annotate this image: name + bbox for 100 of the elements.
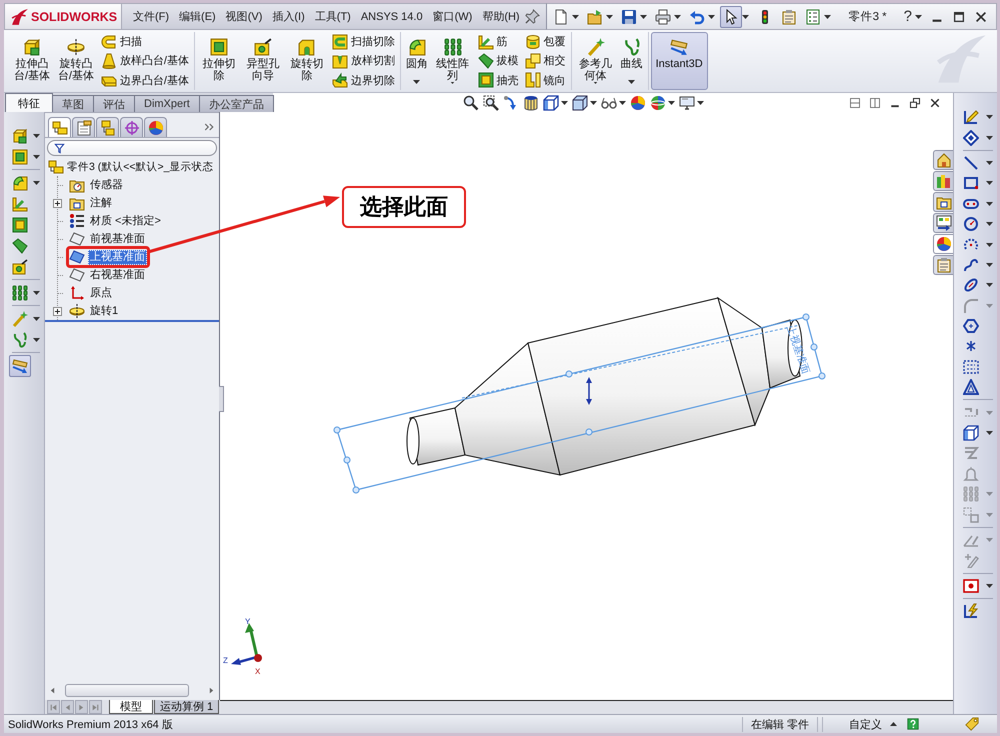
tree-item[interactable]: 注解 <box>88 196 114 210</box>
ribbon-button[interactable]: 扫描 <box>98 34 191 50</box>
close-icon[interactable] <box>929 96 941 108</box>
open-folder-icon[interactable] <box>586 8 603 24</box>
curved-arrow-icon[interactable] <box>502 94 519 110</box>
hexagon-icon[interactable] <box>963 318 979 334</box>
rounded-cube-icon[interactable] <box>12 174 28 190</box>
close-icon[interactable] <box>974 10 988 24</box>
undo-icon[interactable] <box>688 8 705 24</box>
splitter-handle[interactable] <box>219 386 224 412</box>
panel-tab[interactable] <box>48 117 71 137</box>
caret-icon[interactable] <box>628 80 636 84</box>
printer-icon[interactable] <box>654 8 671 24</box>
tree-item[interactable]: 上视基准面 <box>88 250 147 264</box>
circle-icon[interactable] <box>963 216 979 232</box>
l-bracket-icon[interactable] <box>12 196 28 212</box>
monitor-icon[interactable] <box>678 94 695 110</box>
caret-icon[interactable] <box>986 222 993 226</box>
ribbon-button[interactable]: 曲线 <box>618 32 646 90</box>
caret-icon[interactable] <box>986 181 993 186</box>
ribbon-button[interactable]: 镜向 <box>522 72 568 88</box>
curve-icon[interactable] <box>12 332 28 348</box>
ellipse-icon[interactable] <box>963 277 979 294</box>
resize-handle[interactable] <box>818 372 826 380</box>
resize-handle[interactable] <box>802 314 810 320</box>
ribbon-button[interactable]: 线性阵列 <box>430 32 475 90</box>
caret-icon[interactable] <box>696 100 704 104</box>
caret-icon[interactable] <box>618 100 626 104</box>
spline-icon[interactable] <box>963 256 979 273</box>
menu-item[interactable]: 编辑(E) <box>174 7 221 26</box>
resize-handle[interactable] <box>810 344 818 350</box>
scroll-thumb[interactable] <box>65 684 189 696</box>
pin-icon[interactable] <box>524 9 540 24</box>
ribbon-button[interactable]: 拉伸切除 <box>196 32 241 90</box>
task-pane-tab[interactable] <box>933 255 953 275</box>
panel-tab[interactable] <box>144 117 167 137</box>
menu-item[interactable]: 视图(V) <box>220 7 268 26</box>
pencil-corner-icon[interactable] <box>963 109 979 126</box>
resize-handle[interactable] <box>334 426 340 434</box>
cube-icon[interactable] <box>963 425 979 442</box>
filter-field[interactable] <box>47 140 217 156</box>
ribbon-button[interactable]: 包覆 <box>522 34 568 50</box>
caret-icon[interactable] <box>986 283 993 288</box>
ribbon-tab[interactable]: 特征 <box>5 93 53 112</box>
caret-icon[interactable] <box>915 14 922 18</box>
panel-tab[interactable] <box>72 117 95 137</box>
ribbon-button[interactable]: 圆角 <box>402 32 431 90</box>
caret-icon[interactable] <box>986 262 993 267</box>
clipboard-icon[interactable] <box>780 8 797 24</box>
cube-icon[interactable] <box>542 94 559 110</box>
caret-icon[interactable] <box>592 82 600 84</box>
tree-item[interactable]: 右视基准面 <box>88 268 147 282</box>
units-menu[interactable]: 自定义 <box>849 716 897 732</box>
ribbon-button[interactable]: 边界切除 <box>330 72 397 88</box>
caret-icon[interactable] <box>668 100 675 104</box>
caret-icon[interactable] <box>824 14 831 18</box>
ribbon-tab[interactable]: 评估 <box>93 95 135 112</box>
caret-icon[interactable] <box>572 14 579 18</box>
ribbon-button[interactable]: 拔模 <box>476 52 521 69</box>
ribbon-button[interactable]: Instant3D <box>650 32 708 90</box>
resize-handle[interactable] <box>344 456 350 464</box>
target-square-icon[interactable] <box>963 578 979 594</box>
checklist-icon[interactable] <box>804 8 821 24</box>
caret-icon[interactable] <box>986 431 993 436</box>
wedge-icon[interactable] <box>12 238 28 254</box>
drilled-block-icon[interactable] <box>12 258 28 274</box>
tile-vertical-icon[interactable] <box>869 96 881 108</box>
caret-icon[interactable] <box>33 154 40 158</box>
menu-item[interactable]: 文件(F) <box>128 7 174 26</box>
tag-icon[interactable] <box>965 717 979 731</box>
lightning-corner-icon[interactable] <box>963 603 979 620</box>
ribbon-button[interactable]: 旋转凸台/基体 <box>54 32 98 90</box>
rectangle-icon[interactable] <box>963 175 979 192</box>
caret-icon[interactable] <box>986 584 993 588</box>
expand-icon[interactable] <box>53 306 62 316</box>
tree-item[interactable]: 传感器 <box>88 178 125 192</box>
caret-icon[interactable] <box>986 242 993 247</box>
block-cutout-icon[interactable] <box>12 148 28 164</box>
tree-item[interactable]: 旋转1 <box>88 304 120 318</box>
caret-icon[interactable] <box>449 82 456 84</box>
resize-handle[interactable] <box>352 486 360 494</box>
caret-icon[interactable] <box>674 14 681 18</box>
menu-item[interactable]: ANSYS 14.0 <box>356 8 428 24</box>
ribbon-button[interactable]: 放样切割 <box>330 52 397 69</box>
tree-item[interactable]: 材质 <未指定> <box>88 214 163 228</box>
help-button[interactable]: ? <box>900 8 915 25</box>
color-ball-icon[interactable] <box>630 94 646 110</box>
document-tab[interactable]: 运动算例 1 <box>154 700 220 714</box>
shaded-cube-icon[interactable] <box>572 94 588 110</box>
caret-icon[interactable] <box>890 722 897 726</box>
ribbon-button[interactable]: 放样凸台/基体 <box>98 52 191 69</box>
caret-icon[interactable] <box>33 316 40 320</box>
menu-item[interactable]: 工具(T) <box>310 7 356 26</box>
caret-icon[interactable] <box>986 136 993 140</box>
caret-icon[interactable] <box>606 14 613 18</box>
ribbon-button[interactable]: 相交 <box>522 52 568 69</box>
help-icon[interactable] <box>907 718 919 730</box>
task-pane-tab[interactable] <box>933 213 953 233</box>
globe-icon[interactable] <box>650 94 666 110</box>
ribbon-button[interactable]: 边界凸台/基体 <box>98 72 191 88</box>
